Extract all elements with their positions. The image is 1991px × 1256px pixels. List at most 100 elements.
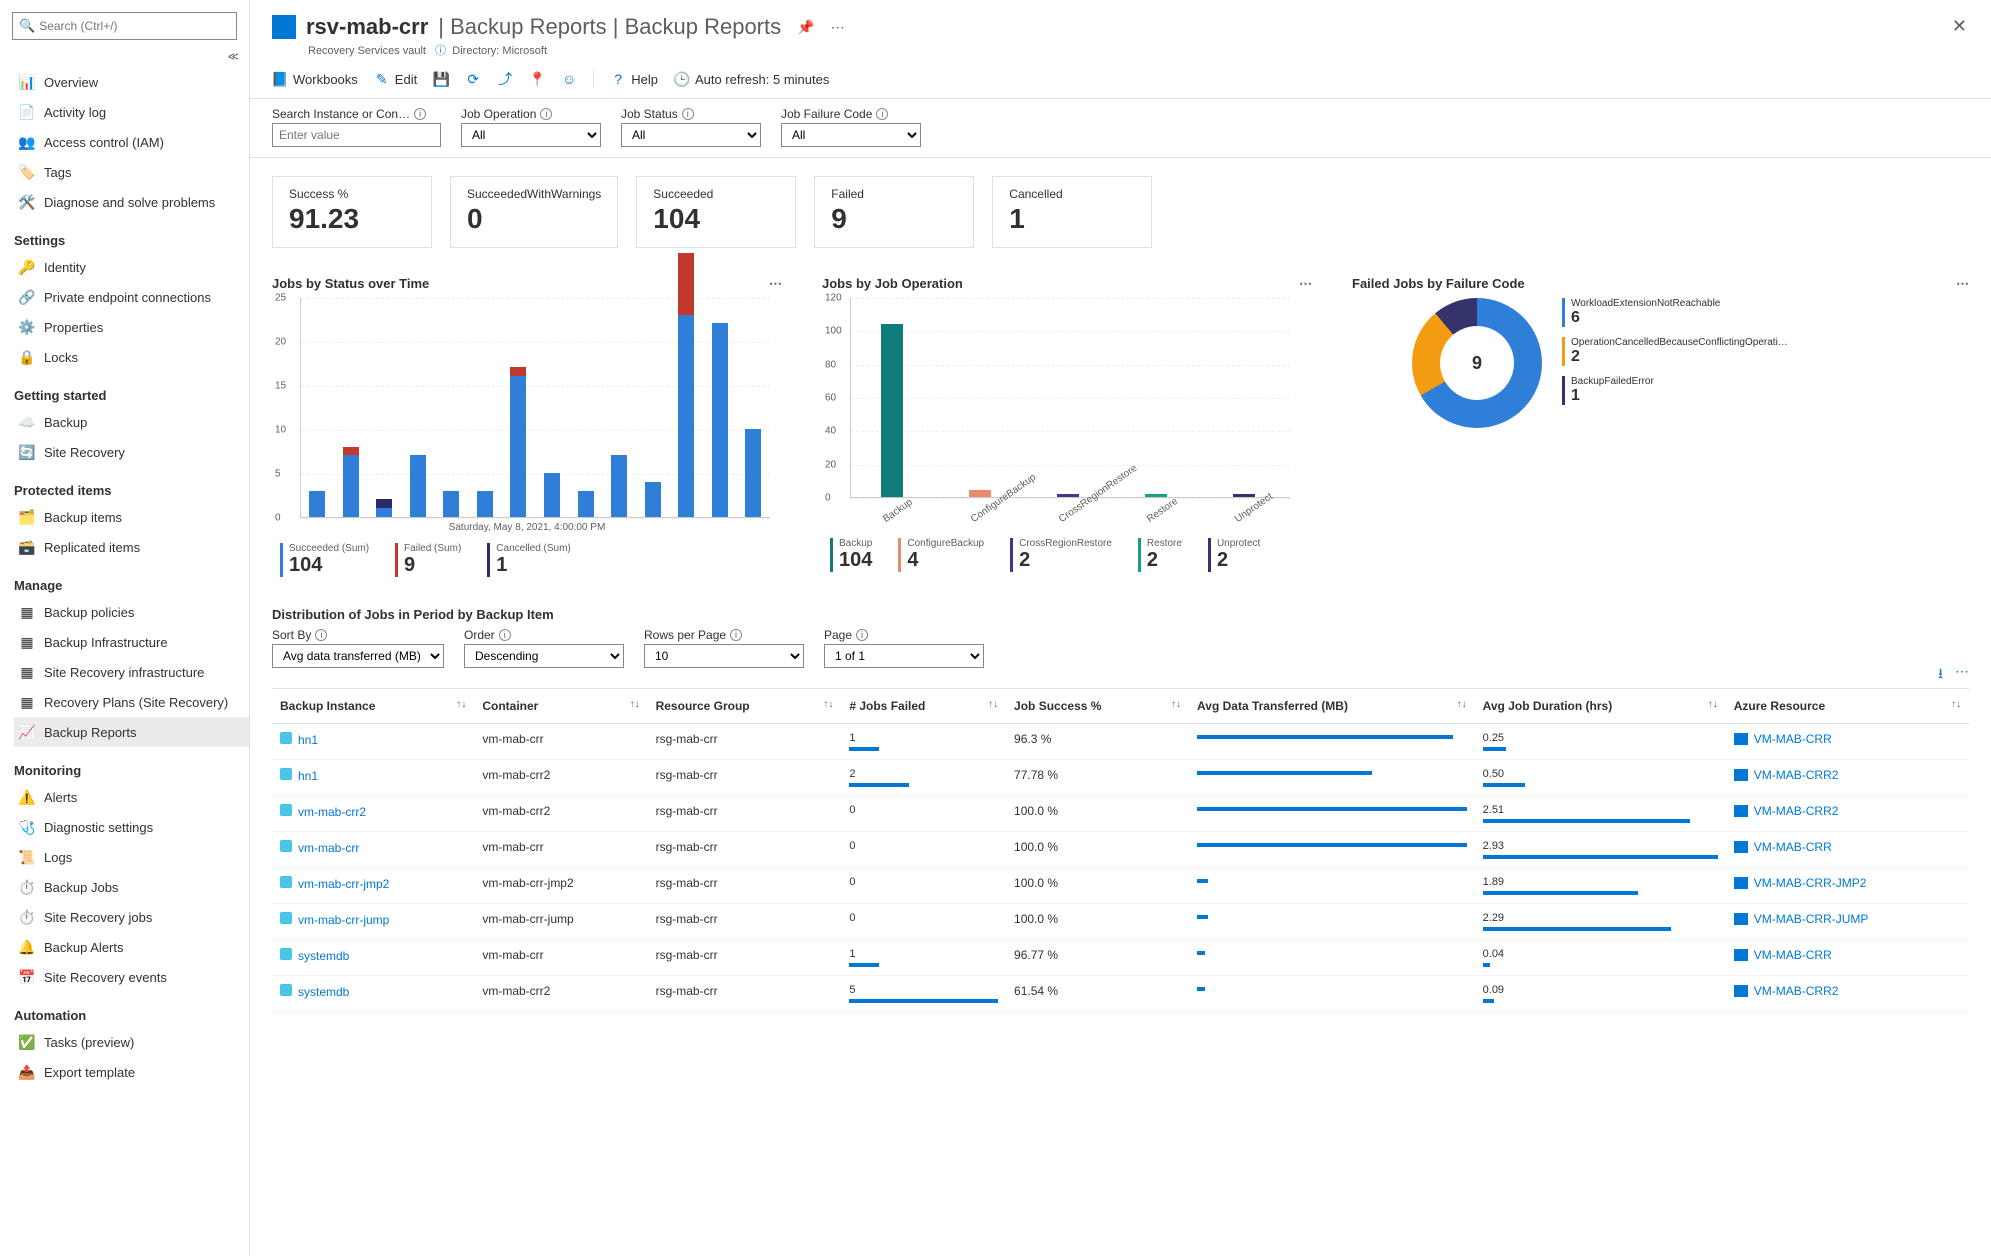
kpi-card[interactable]: Failed9 bbox=[814, 176, 974, 248]
sort-icon[interactable]: ↑↓ bbox=[1708, 699, 1718, 710]
help-button[interactable]: ?Help bbox=[610, 71, 658, 87]
bar-column[interactable] bbox=[578, 491, 594, 517]
bar-column[interactable] bbox=[510, 367, 526, 517]
resource-link[interactable]: VM-MAB-CRR2 bbox=[1734, 984, 1839, 998]
sidebar-item-site-recovery-jobs[interactable]: ⏱️Site Recovery jobs bbox=[14, 902, 249, 932]
legend-item[interactable]: ConfigureBackup4 bbox=[898, 538, 984, 572]
chart-menu-icon[interactable]: ⋯ bbox=[1299, 276, 1312, 292]
column-header[interactable]: Avg Data Transferred (MB)↑↓ bbox=[1189, 689, 1475, 724]
sidebar-item-alerts[interactable]: ⚠️Alerts bbox=[14, 782, 249, 812]
bar-column[interactable] bbox=[309, 491, 325, 517]
sidebar-item-backup-jobs[interactable]: ⏱️Backup Jobs bbox=[14, 872, 249, 902]
resource-link[interactable]: VM-MAB-CRR2 bbox=[1734, 768, 1839, 782]
order-select[interactable]: Descending bbox=[464, 644, 624, 668]
info-icon[interactable]: i bbox=[876, 108, 888, 120]
instance-link[interactable]: systemdb bbox=[272, 940, 474, 976]
feedback-button[interactable]: ☺ bbox=[561, 71, 577, 87]
legend-item[interactable]: Succeeded (Sum)104 bbox=[280, 543, 369, 577]
sort-icon[interactable]: ↑↓ bbox=[1457, 699, 1467, 710]
instance-link[interactable]: vm-mab-crr-jmp2 bbox=[272, 868, 474, 904]
resource-link[interactable]: VM-MAB-CRR bbox=[1734, 732, 1832, 746]
download-icon[interactable]: ⭳ bbox=[1938, 663, 1943, 687]
filter-jobfail-select[interactable]: All bbox=[781, 123, 921, 147]
instance-link[interactable]: hn1 bbox=[272, 760, 474, 796]
bar-column[interactable] bbox=[645, 482, 661, 517]
sort-icon[interactable]: ↑↓ bbox=[456, 699, 466, 710]
sort-icon[interactable]: ↑↓ bbox=[630, 699, 640, 710]
filter-search-input[interactable] bbox=[272, 123, 441, 147]
bar-column[interactable] bbox=[477, 491, 493, 517]
sidebar-item-replicated-items[interactable]: 🗃️Replicated items bbox=[14, 532, 249, 562]
close-button[interactable]: ✕ bbox=[1952, 16, 1967, 37]
autorefresh-button[interactable]: 🕒Auto refresh: 5 minutes bbox=[674, 71, 829, 87]
sidebar-item-backup-alerts[interactable]: 🔔Backup Alerts bbox=[14, 932, 249, 962]
filter-jobop-select[interactable]: All bbox=[461, 123, 601, 147]
bar-column[interactable] bbox=[544, 473, 560, 517]
pin-button[interactable]: 📍 bbox=[529, 71, 545, 87]
filter-jobstat-select[interactable]: All bbox=[621, 123, 761, 147]
sidebar-collapse-button[interactable]: ≪ bbox=[0, 50, 249, 63]
info-icon[interactable]: i bbox=[730, 629, 742, 641]
instance-link[interactable]: vm-mab-crr2 bbox=[272, 796, 474, 832]
kpi-card[interactable]: Cancelled1 bbox=[992, 176, 1152, 248]
sortby-select[interactable]: Avg data transferred (MB) bbox=[272, 644, 444, 668]
resource-link[interactable]: VM-MAB-CRR-JUMP bbox=[1734, 912, 1869, 926]
sidebar-item-recovery-plans-site-recovery-[interactable]: ▦Recovery Plans (Site Recovery) bbox=[14, 687, 249, 717]
kpi-card[interactable]: SucceededWithWarnings0 bbox=[450, 176, 618, 248]
sidebar-item-diagnostic-settings[interactable]: 🩺Diagnostic settings bbox=[14, 812, 249, 842]
bar-column[interactable] bbox=[1233, 494, 1255, 497]
info-icon[interactable]: i bbox=[315, 629, 327, 641]
sidebar-item-diagnose-and-solve-problems[interactable]: 🛠️Diagnose and solve problems bbox=[14, 187, 249, 217]
sort-icon[interactable]: ↑↓ bbox=[1951, 699, 1961, 710]
sidebar-item-tasks-preview-[interactable]: ✅Tasks (preview) bbox=[14, 1027, 249, 1057]
sidebar-item-logs[interactable]: 📜Logs bbox=[14, 842, 249, 872]
chart-menu-icon[interactable]: ⋯ bbox=[769, 276, 782, 292]
resource-link[interactable]: VM-MAB-CRR2 bbox=[1734, 804, 1839, 818]
kpi-card[interactable]: Success %91.23 bbox=[272, 176, 432, 248]
sidebar-item-access-control-iam-[interactable]: 👥Access control (IAM) bbox=[14, 127, 249, 157]
legend-item[interactable]: Cancelled (Sum)1 bbox=[487, 543, 570, 577]
sidebar-search[interactable]: 🔍 bbox=[12, 12, 237, 40]
sort-icon[interactable]: ↑↓ bbox=[1171, 699, 1181, 710]
sidebar-item-backup-infrastructure[interactable]: ▦Backup Infrastructure bbox=[14, 627, 249, 657]
info-icon[interactable]: i bbox=[682, 108, 694, 120]
sidebar-item-properties[interactable]: ⚙️Properties bbox=[14, 312, 249, 342]
sidebar-item-backup-items[interactable]: 🗂️Backup items bbox=[14, 502, 249, 532]
bar-column[interactable] bbox=[1057, 494, 1079, 497]
instance-link[interactable]: vm-mab-crr-jump bbox=[272, 904, 474, 940]
sidebar-item-activity-log[interactable]: 📄Activity log bbox=[14, 97, 249, 127]
pin-icon[interactable]: 📌 bbox=[797, 19, 814, 36]
sidebar-item-identity[interactable]: 🔑Identity bbox=[14, 252, 249, 282]
sort-icon[interactable]: ↑↓ bbox=[823, 699, 833, 710]
sidebar-item-site-recovery-infrastructure[interactable]: ▦Site Recovery infrastructure bbox=[14, 657, 249, 687]
sidebar-item-backup-reports[interactable]: 📈Backup Reports bbox=[14, 717, 249, 747]
bar-column[interactable] bbox=[410, 455, 426, 517]
info-icon[interactable]: i bbox=[414, 108, 426, 120]
bar-column[interactable] bbox=[1145, 494, 1167, 497]
legend-item[interactable]: OperationCancelledBecauseConflictingOper… bbox=[1562, 337, 1791, 366]
info-icon[interactable]: i bbox=[499, 629, 511, 641]
sidebar-item-tags[interactable]: 🏷️Tags bbox=[14, 157, 249, 187]
resource-link[interactable]: VM-MAB-CRR bbox=[1734, 948, 1832, 962]
rows-select[interactable]: 10 bbox=[644, 644, 804, 668]
bar-column[interactable] bbox=[343, 447, 359, 517]
legend-item[interactable]: Failed (Sum)9 bbox=[395, 543, 461, 577]
bar-column[interactable] bbox=[376, 499, 392, 517]
bar-column[interactable] bbox=[712, 323, 728, 517]
info-icon[interactable]: i bbox=[540, 108, 552, 120]
edit-button[interactable]: ✎Edit bbox=[374, 71, 417, 87]
sidebar-item-site-recovery[interactable]: 🔄Site Recovery bbox=[14, 437, 249, 467]
instance-link[interactable]: hn1 bbox=[272, 724, 474, 760]
bar-column[interactable] bbox=[443, 491, 459, 517]
info-icon[interactable]: i bbox=[856, 629, 868, 641]
sidebar-search-input[interactable] bbox=[35, 19, 230, 33]
refresh-button[interactable]: ⟳ bbox=[465, 71, 481, 87]
column-header[interactable]: Container↑↓ bbox=[474, 689, 647, 724]
bar-column[interactable] bbox=[745, 429, 761, 517]
column-header[interactable]: Resource Group↑↓ bbox=[648, 689, 842, 724]
kpi-card[interactable]: Succeeded104 bbox=[636, 176, 796, 248]
page-select[interactable]: 1 of 1 bbox=[824, 644, 984, 668]
legend-item[interactable]: WorkloadExtensionNotReachable6 bbox=[1562, 298, 1791, 327]
column-header[interactable]: Job Success %↑↓ bbox=[1006, 689, 1189, 724]
column-header[interactable]: # Jobs Failed↑↓ bbox=[841, 689, 1006, 724]
